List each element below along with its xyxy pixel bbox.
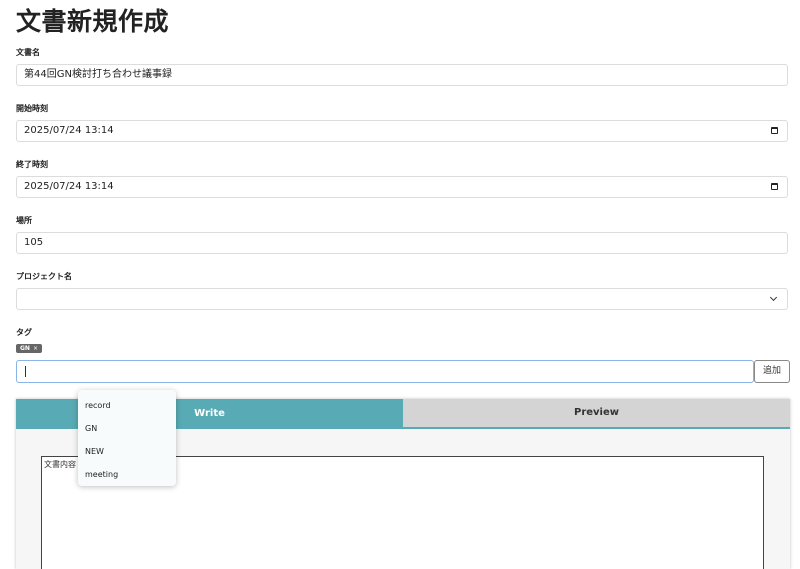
suggestion-item-record[interactable]: record (78, 394, 176, 417)
start-time-input[interactable]: 2025/07/24 13:14 (16, 120, 788, 142)
location-value: 105 (24, 237, 44, 248)
end-time-input[interactable]: 2025/07/24 13:14 (16, 176, 788, 198)
tab-preview[interactable]: Preview (403, 399, 790, 429)
text-cursor (25, 366, 26, 377)
location-label: 場所 (16, 216, 32, 225)
suggestion-item-gn[interactable]: GN (78, 417, 176, 440)
start-time-label: 開始時刻 (16, 104, 48, 113)
add-tag-button[interactable]: 追加 (754, 360, 790, 383)
document-name-input[interactable]: 第44回GN検討打ち合わせ議事録 (16, 64, 788, 86)
calendar-icon[interactable] (771, 183, 778, 190)
document-name-value: 第44回GN検討打ち合わせ議事録 (24, 69, 172, 80)
end-time-value: 2025/07/24 13:14 (24, 181, 114, 192)
tag-chip-label: GN (20, 345, 30, 352)
close-icon[interactable]: × (33, 345, 38, 352)
calendar-icon[interactable] (771, 127, 778, 134)
project-name-label: プロジェクト名 (16, 272, 72, 281)
tag-chip-gn[interactable]: GN × (16, 344, 42, 353)
project-name-select[interactable] (16, 288, 788, 310)
chevron-down-icon (769, 293, 778, 302)
tag-input[interactable] (16, 360, 754, 383)
suggestion-item-meeting[interactable]: meeting (78, 463, 176, 486)
tags-label: タグ (16, 328, 32, 337)
location-input[interactable]: 105 (16, 232, 788, 254)
suggestion-item-new[interactable]: NEW (78, 440, 176, 463)
tag-suggestion-dropdown: record GN NEW meeting (78, 390, 176, 486)
start-time-value: 2025/07/24 13:14 (24, 125, 114, 136)
document-name-label: 文書名 (16, 48, 40, 57)
page-title: 文書新規作成 (16, 7, 170, 36)
content-placeholder: 文書内容 (44, 460, 76, 469)
end-time-label: 終了時刻 (16, 160, 48, 169)
tab-write[interactable]: Write (16, 399, 403, 429)
